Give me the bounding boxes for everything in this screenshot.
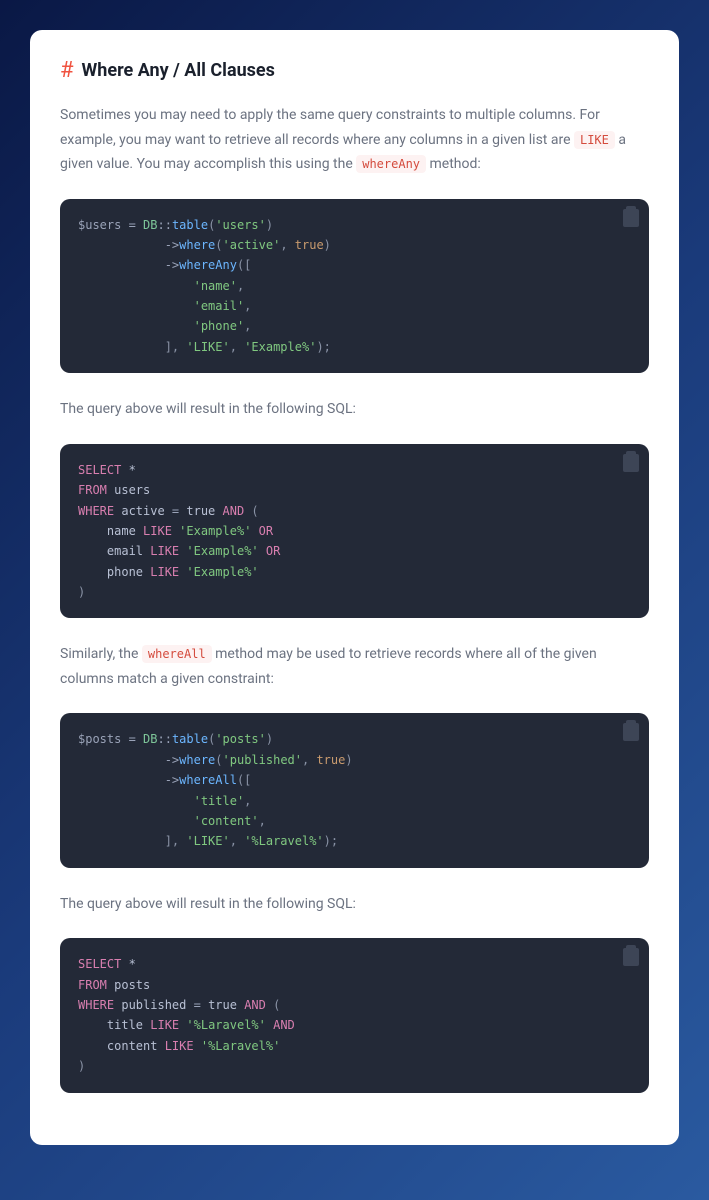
clipboard-icon[interactable] — [623, 454, 639, 472]
code-content: $posts = DB::table('posts') ->where('pub… — [78, 729, 631, 851]
clipboard-icon[interactable] — [623, 948, 639, 966]
code-content: SELECT * FROM users WHERE active = true … — [78, 460, 631, 603]
code-content: $users = DB::table('users') ->where('act… — [78, 215, 631, 358]
text: Sometimes you may need to apply the same… — [60, 107, 600, 148]
code-block-php-1: $users = DB::table('users') ->where('act… — [60, 199, 649, 374]
section-title: Where Any / All Clauses — [82, 60, 275, 81]
code-block-sql-2: SELECT * FROM posts WHERE published = tr… — [60, 938, 649, 1092]
clipboard-icon[interactable] — [623, 209, 639, 227]
paragraph-sql-1: The query above will result in the follo… — [60, 397, 649, 422]
paragraph-whereall: Similarly, the whereAll method may be us… — [60, 642, 649, 691]
code-block-php-2: $posts = DB::table('posts') ->where('pub… — [60, 713, 649, 867]
hash-icon: # — [60, 58, 74, 83]
inline-code-like: LIKE — [574, 131, 615, 149]
text: method: — [426, 156, 481, 172]
text: Similarly, the — [60, 646, 142, 662]
code-block-sql-1: SELECT * FROM users WHERE active = true … — [60, 444, 649, 619]
paragraph-intro: Sometimes you may need to apply the same… — [60, 103, 649, 177]
content-card: # Where Any / All Clauses Sometimes you … — [30, 30, 679, 1145]
code-content: SELECT * FROM posts WHERE published = tr… — [78, 954, 631, 1076]
clipboard-icon[interactable] — [623, 723, 639, 741]
paragraph-sql-2: The query above will result in the follo… — [60, 892, 649, 917]
inline-code-whereany: whereAny — [356, 155, 426, 173]
section-heading: # Where Any / All Clauses — [60, 58, 649, 83]
inline-code-whereall: whereAll — [142, 645, 212, 663]
